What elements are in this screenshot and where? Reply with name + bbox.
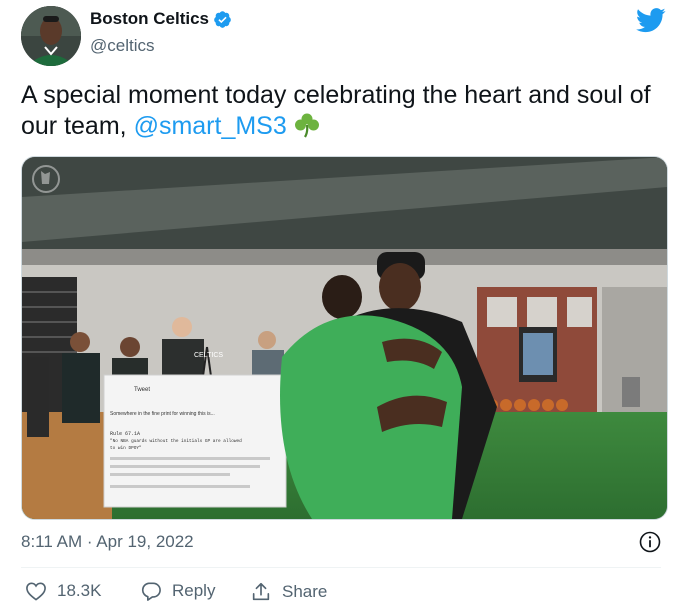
mention-link[interactable]: @smart_MS3 <box>134 112 287 140</box>
verified-badge-icon <box>214 10 231 28</box>
reply-label: Reply <box>172 581 216 600</box>
share-label: Share <box>282 582 328 601</box>
share-icon <box>252 582 270 601</box>
divider <box>21 567 661 568</box>
author-display-name[interactable]: Boston Celtics <box>90 9 209 29</box>
reply-icon <box>141 582 161 601</box>
tweet-card: Boston Celtics @celtics A special moment… <box>0 0 675 613</box>
tweet-photo[interactable]: Tweet Somewhere in the fine print for wi… <box>21 156 668 520</box>
info-icon[interactable] <box>638 530 662 554</box>
author-handle[interactable]: @celtics <box>90 36 155 56</box>
avatar[interactable] <box>21 6 81 66</box>
avatar-photo <box>21 6 81 66</box>
tweet-timestamp[interactable]: 8:11 AM · Apr 19, 2022 <box>21 532 194 552</box>
like-count: 18.3K <box>57 581 102 600</box>
tweet-text: A special moment today celebrating the h… <box>21 80 661 142</box>
share-button[interactable]: Share <box>250 581 327 603</box>
twitter-bird-icon[interactable] <box>636 8 666 33</box>
board-header: Tweet <box>134 387 150 393</box>
shamrock-icon <box>294 113 319 138</box>
board-rule-line1: "No NBA guards without the initials GP a… <box>110 439 242 444</box>
shirt-text: CELTICS <box>194 352 223 359</box>
tweet-body: A special moment today celebrating the h… <box>21 81 651 140</box>
like-button[interactable]: 18.3K <box>25 581 101 601</box>
board-line1: Somewhere in the fine print for winning … <box>110 411 215 417</box>
reply-button[interactable]: Reply <box>140 581 215 601</box>
author-name-row[interactable]: Boston Celtics <box>90 9 232 29</box>
board-rule-title: Rule 67.1A <box>110 431 140 437</box>
photo-scene: Tweet Somewhere in the fine print for wi… <box>22 157 667 519</box>
heart-icon <box>26 582 46 601</box>
board-rule-line2: to win DPOY" <box>110 446 142 451</box>
